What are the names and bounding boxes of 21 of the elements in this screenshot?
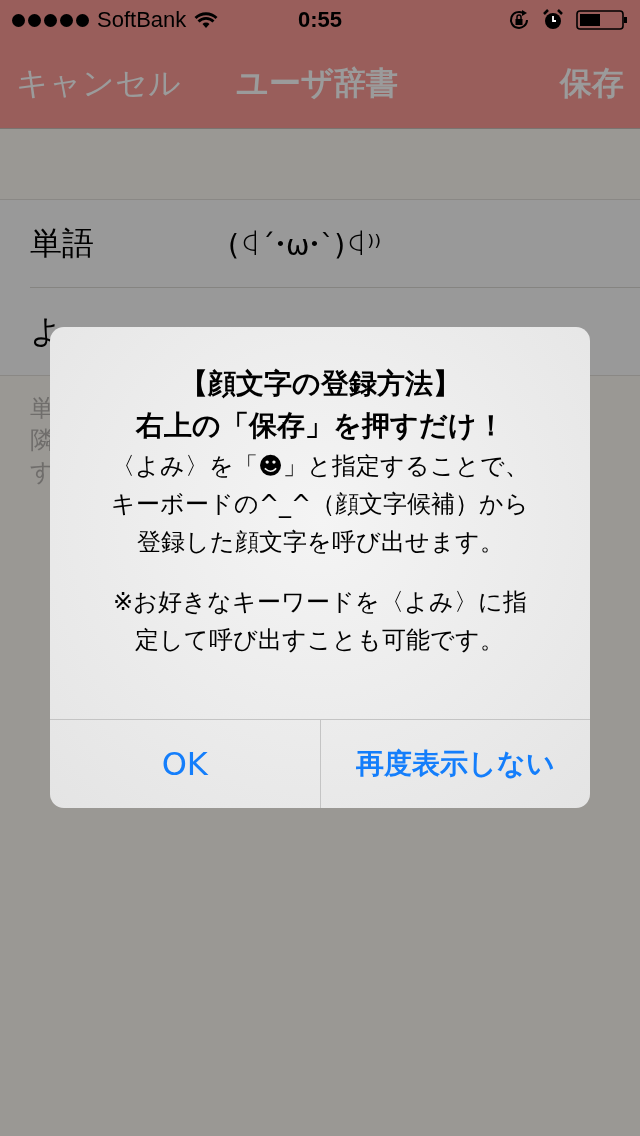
wifi-icon (194, 11, 219, 29)
alert-message: 登録した顔文字を呼び出せます。 (136, 527, 504, 558)
battery-icon (576, 9, 628, 31)
save-button[interactable]: 保存 (560, 62, 624, 106)
cancel-button[interactable]: キャンセル (16, 62, 181, 106)
rotation-lock-icon (508, 9, 530, 31)
alarm-icon (542, 9, 564, 31)
screen-title: ユーザ辞書 (236, 63, 398, 104)
alert-button[interactable]: 再度表示しない (319, 720, 590, 808)
signal-icon (12, 13, 89, 27)
alert-message: キーボードの^_^（顔文字候補）から (110, 489, 530, 520)
alert-button[interactable]: OK (50, 720, 320, 808)
alert-title: 【顔文字の登録方法】 (179, 366, 461, 402)
alert-title: 右上の「保存」を押すだけ！ (135, 408, 505, 444)
carrier-name: SoftBank (97, 7, 187, 33)
alert-message: 定して呼び出すことも可能です。 (135, 625, 505, 656)
field-label: 単語 (30, 222, 95, 264)
alert-message: ※お好きなキーワードを〈よみ〉に指 (112, 587, 528, 618)
alert-message: 〈よみ〉を「☻」と指定することで、 (111, 451, 529, 482)
clock-time: 0:55 (298, 7, 342, 33)
field-value[interactable]: (ꒉ´･ω･`)ꒉ⁾⁾ (228, 225, 382, 262)
